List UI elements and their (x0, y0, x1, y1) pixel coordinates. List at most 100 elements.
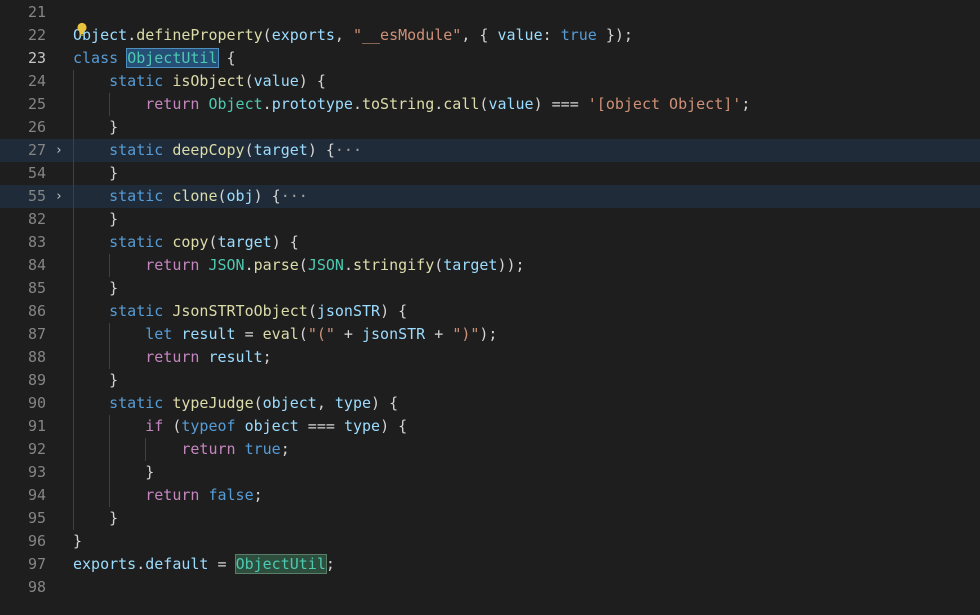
code-token: }); (596, 26, 633, 44)
code-text[interactable]: return true; (73, 438, 290, 461)
code-text[interactable]: } (73, 162, 118, 185)
folded-region-ellipsis[interactable]: ··· (281, 187, 308, 205)
code-token: . (352, 95, 362, 113)
code-line[interactable]: 98 (0, 576, 980, 599)
line-number: 84 (27, 256, 46, 274)
code-line[interactable]: 84 return JSON.parse(JSON.stringify(targ… (0, 254, 980, 277)
indent-guide (73, 231, 109, 254)
code-token: '[object Object]' (587, 95, 742, 113)
code-token: obj (226, 187, 254, 205)
code-token: false (208, 486, 254, 504)
line-number: 97 (27, 555, 46, 573)
code-line[interactable]: 94 return false; (0, 484, 980, 507)
code-token: deepCopy (172, 141, 245, 159)
indent-guide (73, 507, 109, 530)
line-number: 85 (27, 279, 46, 297)
code-line[interactable]: 83 static copy(target) { (0, 231, 980, 254)
code-text[interactable]: return false; (73, 484, 263, 507)
code-line[interactable]: 54 } (0, 162, 980, 185)
indent-guide (109, 323, 145, 346)
code-text[interactable]: } (73, 116, 118, 139)
code-token: true (244, 440, 281, 458)
code-token: static (109, 302, 173, 320)
code-text[interactable]: return result; (73, 346, 272, 369)
code-line[interactable]: 92 return true; (0, 438, 980, 461)
code-text[interactable]: } (73, 369, 118, 392)
code-token: ) { (307, 141, 335, 159)
folded-region-ellipsis[interactable]: ··· (335, 141, 362, 159)
indent-guide (73, 346, 109, 369)
code-token: ; (262, 348, 272, 366)
code-token: . (244, 256, 254, 274)
code-line[interactable]: 25 return Object.prototype.toString.call… (0, 93, 980, 116)
code-token: result (181, 325, 236, 343)
code-text[interactable]: static typeJudge(object, type) { (73, 392, 398, 415)
code-line[interactable]: 88 return result; (0, 346, 980, 369)
indent-guide (109, 254, 145, 277)
code-text[interactable]: static JsonSTRToObject(jsonSTR) { (73, 300, 407, 323)
code-text[interactable]: Object.defineProperty(exports, "__esModu… (73, 24, 633, 47)
code-line[interactable]: 96} (0, 530, 980, 553)
line-number: 93 (27, 463, 46, 481)
line-number: 91 (27, 417, 46, 435)
line-number: 23 (27, 49, 46, 67)
code-token: ) { (380, 302, 408, 320)
code-text[interactable]: return Object.prototype.toString.call(va… (73, 93, 750, 116)
code-text[interactable]: return JSON.parse(JSON.stringify(target)… (73, 254, 525, 277)
lightbulb-icon[interactable] (76, 22, 88, 38)
code-line[interactable]: 24 static isObject(value) { (0, 70, 980, 93)
code-line[interactable]: 27 › static deepCopy(target) {··· (0, 139, 980, 162)
code-line[interactable]: 95 } (0, 507, 980, 530)
code-text[interactable]: exports.default = ObjectUtil; (73, 553, 335, 576)
code-line[interactable]: 21 (0, 1, 980, 24)
code-token: toString (362, 95, 435, 113)
code-text[interactable]: if (typeof object === type) { (73, 415, 407, 438)
code-text[interactable]: } (73, 530, 82, 553)
code-text[interactable]: } (73, 507, 118, 530)
code-token: if (145, 417, 173, 435)
indent-guide (109, 415, 145, 438)
code-text[interactable]: static clone(obj) {··· (73, 185, 308, 208)
code-line[interactable]: 90 static typeJudge(object, type) { (0, 392, 980, 415)
code-text[interactable]: } (73, 461, 154, 484)
code-token: return (145, 486, 209, 504)
line-number: 94 (27, 486, 46, 504)
code-text[interactable]: static deepCopy(target) {··· (73, 139, 362, 162)
code-token: . (343, 256, 353, 274)
code-line[interactable]: 89 } (0, 369, 980, 392)
code-line[interactable]: 55 › static clone(obj) {··· (0, 185, 980, 208)
chevron-right-icon[interactable]: › (52, 139, 66, 162)
code-line[interactable]: 22 Object.defineProperty(exports, "__esMo… (0, 24, 980, 47)
code-token: ; (741, 95, 751, 113)
code-text[interactable]: static isObject(value) { (73, 70, 326, 93)
code-line[interactable]: 97 exports.default = ObjectUtil; (0, 553, 980, 576)
code-token: = (208, 555, 236, 573)
line-number: 22 (27, 26, 46, 44)
code-line[interactable]: 26 } (0, 116, 980, 139)
code-line[interactable]: 23 class ObjectUtil { (0, 47, 980, 70)
code-token: ( (217, 187, 227, 205)
code-text[interactable]: } (73, 208, 118, 231)
code-text[interactable]: } (73, 277, 118, 300)
line-number: 82 (27, 210, 46, 228)
code-line[interactable]: 82 } (0, 208, 980, 231)
indent-guide (73, 93, 109, 116)
code-text[interactable]: class ObjectUtil { (73, 47, 236, 70)
code-token: isObject (172, 72, 245, 90)
code-line[interactable]: 91 if (typeof object === type) { (0, 415, 980, 438)
chevron-right-icon[interactable]: › (52, 185, 66, 208)
code-line[interactable]: 86 static JsonSTRToObject(jsonSTR) { (0, 300, 980, 323)
line-number: 90 (27, 394, 46, 412)
code-token: value (488, 95, 534, 113)
code-line[interactable]: 93 } (0, 461, 980, 484)
code-text[interactable]: let result = eval("(" + jsonSTR + ")"); (73, 323, 497, 346)
code-token: JSON (208, 256, 245, 274)
code-token: let (145, 325, 182, 343)
code-editor[interactable]: 21 22 Object.defineProperty(exports, "__es… (0, 0, 980, 615)
code-text[interactable]: static copy(target) { (73, 231, 299, 254)
code-line[interactable]: 87 let result = eval("(" + jsonSTR + ")"… (0, 323, 980, 346)
code-token: ) { (298, 72, 326, 90)
line-number: 88 (27, 348, 46, 366)
code-line[interactable]: 85 } (0, 277, 980, 300)
indent-guide (73, 185, 109, 208)
